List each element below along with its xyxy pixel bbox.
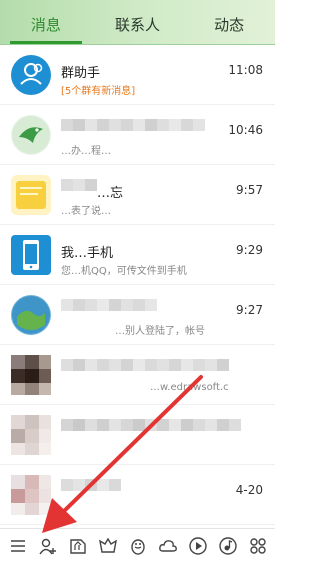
qq-main-panel: 消息 联系人 动态 群助手 [5个群有新消息] 11:08 …办…程… 10:4… [0, 0, 275, 563]
conversation-name: 我…手机 [61, 246, 114, 261]
menu-icon[interactable] [6, 534, 30, 558]
play-icon[interactable] [186, 534, 210, 558]
bird-logo-icon [12, 116, 50, 154]
conversation-preview: …w.edrawsoft.c [150, 382, 229, 393]
conversation-row-my-phone[interactable]: 我…手机 您…机QQ，可传文件到手机 9:29 [0, 225, 275, 285]
conversation-time: 4-20 [235, 483, 263, 497]
blurred-name [61, 479, 121, 491]
conversation-row[interactable]: …别人登陆了，帐号 9:27 [0, 285, 275, 345]
conversation-time: 9:57 [236, 183, 263, 197]
conversation-preview: …办…程… [61, 146, 111, 157]
blurred-name [61, 359, 229, 371]
avatar [11, 355, 51, 395]
file-share-icon[interactable] [66, 534, 90, 558]
blurred-name [61, 419, 241, 431]
conversation-preview: 您…机QQ，可传文件到手机 [61, 266, 187, 277]
conversation-row[interactable]: …办…程… 10:46 [0, 105, 275, 165]
conversation-row[interactable] [0, 405, 275, 465]
globe-avatar-icon [12, 296, 50, 334]
music-icon[interactable] [216, 534, 240, 558]
bottom-toolbar [0, 528, 275, 563]
conversation-time: 9:27 [236, 303, 263, 317]
tab-bar: 消息 联系人 动态 [0, 4, 275, 44]
avatar [11, 415, 51, 455]
conversation-name: …忘 [97, 186, 124, 201]
group-assistant-avatar [11, 55, 51, 95]
tab-messages[interactable]: 消息 [0, 4, 92, 44]
cloud-icon[interactable] [156, 534, 180, 558]
blurred-name [61, 119, 205, 131]
avatar [11, 115, 51, 155]
conversation-preview: …表了说… [61, 206, 111, 217]
conversation-row[interactable]: …忘 …表了说… 9:57 [0, 165, 275, 225]
conversation-row[interactable]: 4-20 [0, 465, 275, 525]
blurred-name [61, 179, 97, 191]
group-icon [20, 63, 43, 85]
tab-moments[interactable]: 动态 [183, 4, 275, 44]
conversation-time: 9:29 [236, 243, 263, 257]
conversation-row[interactable]: …w.edrawsoft.c [0, 345, 275, 405]
face-icon[interactable] [96, 534, 120, 558]
conversation-preview: …别人登陆了，帐号 [115, 326, 205, 337]
blurred-name [61, 299, 157, 311]
avatar [11, 475, 51, 515]
conversation-time: 11:08 [228, 63, 263, 77]
conversation-time: 10:46 [228, 123, 263, 137]
conversation-row-group-assistant[interactable]: 群助手 [5个群有新消息] 11:08 [0, 45, 275, 105]
note-icon [16, 181, 46, 209]
tab-contacts[interactable]: 联系人 [92, 4, 184, 44]
avatar [11, 295, 51, 335]
memo-avatar [11, 175, 51, 215]
phone-icon [23, 240, 39, 270]
conversation-preview: [5个群有新消息] [61, 86, 136, 97]
conversation-name: 群助手 [61, 66, 101, 81]
apps-icon[interactable] [246, 534, 270, 558]
tab-header: 消息 联系人 动态 [0, 0, 275, 45]
phone-avatar [11, 235, 51, 275]
add-contact-icon[interactable] [36, 534, 60, 558]
penguin-icon[interactable] [126, 534, 150, 558]
conversation-list[interactable]: 群助手 [5个群有新消息] 11:08 …办…程… 10:46 …忘 …表了说…… [0, 45, 275, 528]
